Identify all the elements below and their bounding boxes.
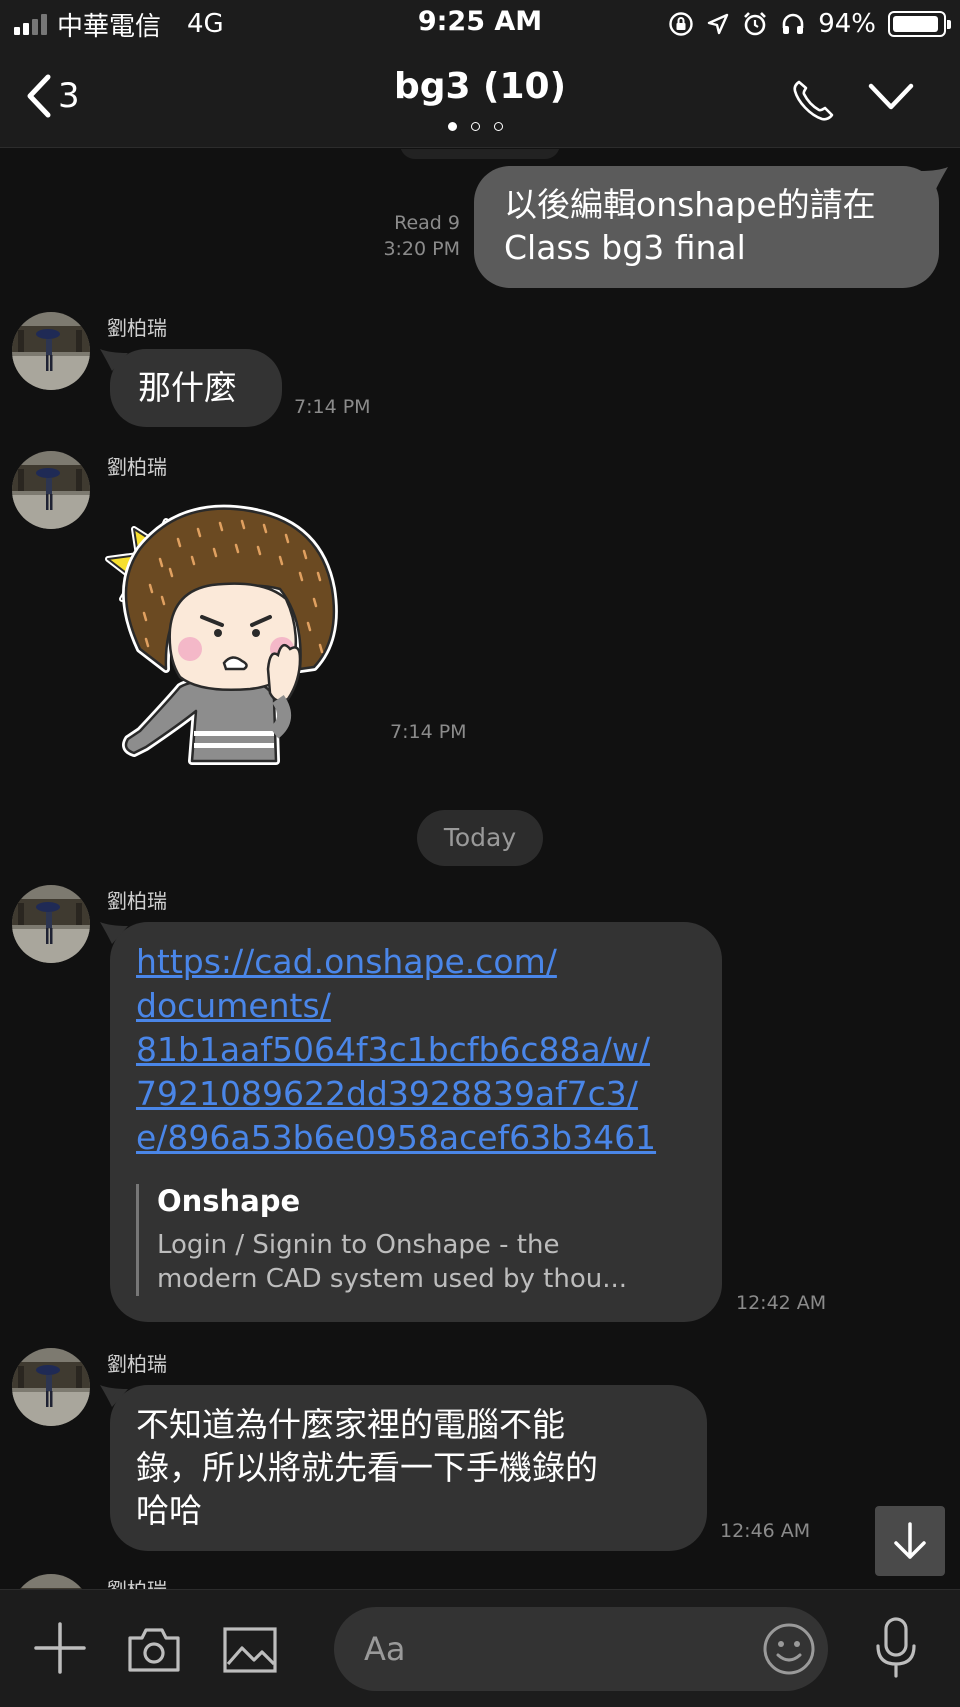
read-receipt: Read 9 3:20 PM xyxy=(330,210,460,262)
my-message-bubble[interactable]: 以後編輯onshape的請在 Class bg3 final xyxy=(474,166,939,288)
location-arrow-icon xyxy=(708,13,729,35)
back-button[interactable]: 3 xyxy=(26,74,80,118)
photo-button[interactable] xyxy=(222,1626,278,1678)
link-line: https://cad.onshape.com/ xyxy=(136,942,557,981)
page-dot xyxy=(471,122,480,131)
avatar-photo xyxy=(12,1348,90,1426)
message-input[interactable]: Aa xyxy=(334,1607,828,1691)
message-time: 3:20 PM xyxy=(383,238,460,260)
avatar[interactable] xyxy=(12,1348,90,1426)
sender-name: 劉柏瑞 xyxy=(107,889,167,913)
avatar-photo xyxy=(12,312,90,390)
sticker-message[interactable] xyxy=(100,499,365,773)
call-button[interactable] xyxy=(790,78,836,128)
headphones-icon xyxy=(782,13,804,34)
message-time: 12:46 AM xyxy=(720,1520,811,1542)
preview-desc-line: modern CAD system used by thou... xyxy=(157,1264,627,1294)
avatar-photo xyxy=(12,1574,90,1589)
emoji-button[interactable] xyxy=(762,1622,816,1680)
status-bar: 中華電信 4G 9:25 AM 94% xyxy=(0,0,960,48)
message-text-line: 哈哈 xyxy=(136,1491,202,1530)
battery-icon xyxy=(888,11,951,37)
phone-icon xyxy=(793,80,834,121)
message-time: 7:14 PM xyxy=(390,721,467,743)
chevron-down-icon xyxy=(868,83,914,110)
avatar-photo xyxy=(12,885,90,963)
message-text-line: 以後編輯onshape的請在 xyxy=(504,185,876,224)
message-list[interactable]: Read 9 3:20 PM 以後編輯onshape的請在 Class bg3 … xyxy=(0,149,960,1589)
message-text-line: Class bg3 final xyxy=(504,228,746,267)
previous-divider xyxy=(400,149,560,159)
avatar[interactable] xyxy=(12,1574,90,1589)
link-line: e/896a53b6e0958acef63b3461 xyxy=(136,1118,657,1157)
message-text-line: 不知道為什麼家裡的電腦不能 xyxy=(136,1405,565,1444)
unread-count: 3 xyxy=(58,76,80,116)
message-bubble[interactable]: 那什麼 xyxy=(110,349,282,427)
avatar-photo xyxy=(12,451,90,529)
camera-icon xyxy=(128,1628,180,1672)
bubble-tail xyxy=(920,167,948,189)
add-button[interactable] xyxy=(32,1620,88,1680)
sender-name: 劉柏瑞 xyxy=(107,316,167,340)
avatar[interactable] xyxy=(12,451,90,529)
sender-name: 劉柏瑞 xyxy=(107,1352,167,1376)
rotation-lock-icon xyxy=(669,12,693,36)
preview-desc-line: Login / Signin to Onshape - the xyxy=(157,1230,560,1260)
link-preview-card[interactable]: Onshape Login / Signin to Onshape - the … xyxy=(136,1184,656,1296)
carrier-label: 中華電信 xyxy=(57,11,162,42)
avatar[interactable] xyxy=(12,885,90,963)
message-time: 12:42 AM xyxy=(736,1292,827,1314)
image-icon xyxy=(223,1627,277,1673)
page-dot xyxy=(494,122,503,131)
link-line: 81b1aaf5064f3c1bcfb6c88a/w/ xyxy=(136,1030,650,1069)
input-placeholder: Aa xyxy=(364,1630,406,1668)
message-text: 那什麼 xyxy=(138,368,237,407)
bubble-tail xyxy=(100,922,128,944)
link-line: 7921089622dd3928839af7c3/ xyxy=(136,1074,638,1113)
sender-name: 劉柏瑞 xyxy=(107,1574,167,1589)
message-time: 7:14 PM xyxy=(294,396,371,418)
expand-menu-button[interactable] xyxy=(868,82,914,116)
voice-button[interactable] xyxy=(872,1616,920,1684)
page-indicator xyxy=(448,122,503,131)
message-bubble[interactable]: 不知道為什麼家裡的電腦不能 錄，所以將就先看一下手機錄的 哈哈 xyxy=(110,1385,707,1551)
angry-girl-sticker xyxy=(105,504,338,765)
message-input-bar: Aa xyxy=(0,1589,960,1707)
avatar[interactable] xyxy=(12,312,90,390)
network-label: 4G xyxy=(187,9,224,39)
link-preview-description: Login / Signin to Onshape - the modern C… xyxy=(157,1228,656,1296)
alarm-icon xyxy=(744,12,767,36)
chat-header: 3 bg3 (10) xyxy=(0,48,960,148)
chevron-left-icon xyxy=(27,74,51,118)
battery-percent: 94% xyxy=(818,9,876,39)
sender-name: 劉柏瑞 xyxy=(107,455,167,479)
page-dot xyxy=(448,122,457,131)
link-line: documents/ xyxy=(136,986,331,1025)
microphone-icon xyxy=(876,1617,916,1678)
bubble-tail xyxy=(100,1385,128,1407)
camera-button[interactable] xyxy=(126,1626,182,1678)
message-link[interactable]: https://cad.onshape.com/ documents/ 81b1… xyxy=(136,940,696,1160)
link-preview-title: Onshape xyxy=(157,1184,301,1218)
scroll-to-bottom-button[interactable] xyxy=(875,1506,945,1576)
read-count: Read 9 xyxy=(394,212,460,234)
bubble-tail xyxy=(100,349,128,371)
message-text-line: 錄，所以將就先看一下手機錄的 xyxy=(136,1448,598,1487)
plus-icon xyxy=(34,1622,86,1674)
date-divider: Today xyxy=(417,810,543,866)
link-message-bubble[interactable]: https://cad.onshape.com/ documents/ 81b1… xyxy=(110,922,722,1322)
smiley-icon xyxy=(763,1623,815,1675)
arrow-down-icon xyxy=(894,1522,926,1559)
signal-icon xyxy=(14,13,47,35)
